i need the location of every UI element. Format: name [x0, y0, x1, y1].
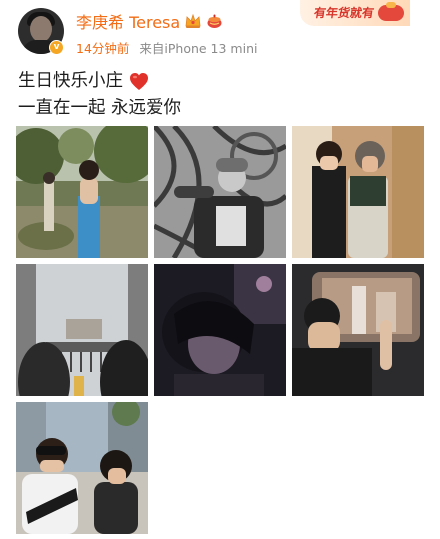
heart-icon	[129, 72, 149, 91]
photo-1[interactable]	[16, 126, 148, 258]
ribbon-icon	[386, 2, 396, 8]
avatar-face	[30, 16, 52, 42]
crown-icon[interactable]	[184, 13, 202, 29]
author-row: 李庚希 Teresa	[76, 10, 223, 32]
post-source: 来自iPhone 13 mini	[139, 41, 258, 56]
photo-6[interactable]	[292, 264, 424, 396]
verified-badge-icon: v	[49, 40, 64, 55]
post-line-1: 生日快乐小庄	[18, 68, 428, 95]
post-content: 生日快乐小庄 一直在一起 永远爱你	[18, 68, 428, 122]
festival-banner[interactable]: 有年货就有	[300, 0, 410, 26]
festival-banner-text: 有年货就有	[312, 6, 375, 20]
post-text-line-2: 一直在一起 永远爱你	[18, 98, 182, 118]
photo-5[interactable]	[154, 264, 286, 396]
photo-4[interactable]	[16, 264, 148, 396]
post-header: v 李庚希 Teresa 14分钟前 来自iPhone 13 mini 有年货就…	[0, 0, 440, 62]
post-time[interactable]: 14分钟前	[76, 41, 129, 56]
author-name[interactable]: 李庚希 Teresa	[76, 9, 180, 33]
post-text-line-1: 生日快乐小庄	[18, 71, 123, 91]
tea-icon[interactable]	[206, 13, 223, 29]
photo-7[interactable]	[16, 402, 148, 534]
post-meta: 14分钟前 来自iPhone 13 mini	[76, 38, 257, 57]
photo-2[interactable]	[154, 126, 286, 258]
post-line-2: 一直在一起 永远爱你	[18, 95, 428, 122]
photo-3[interactable]	[292, 126, 424, 258]
